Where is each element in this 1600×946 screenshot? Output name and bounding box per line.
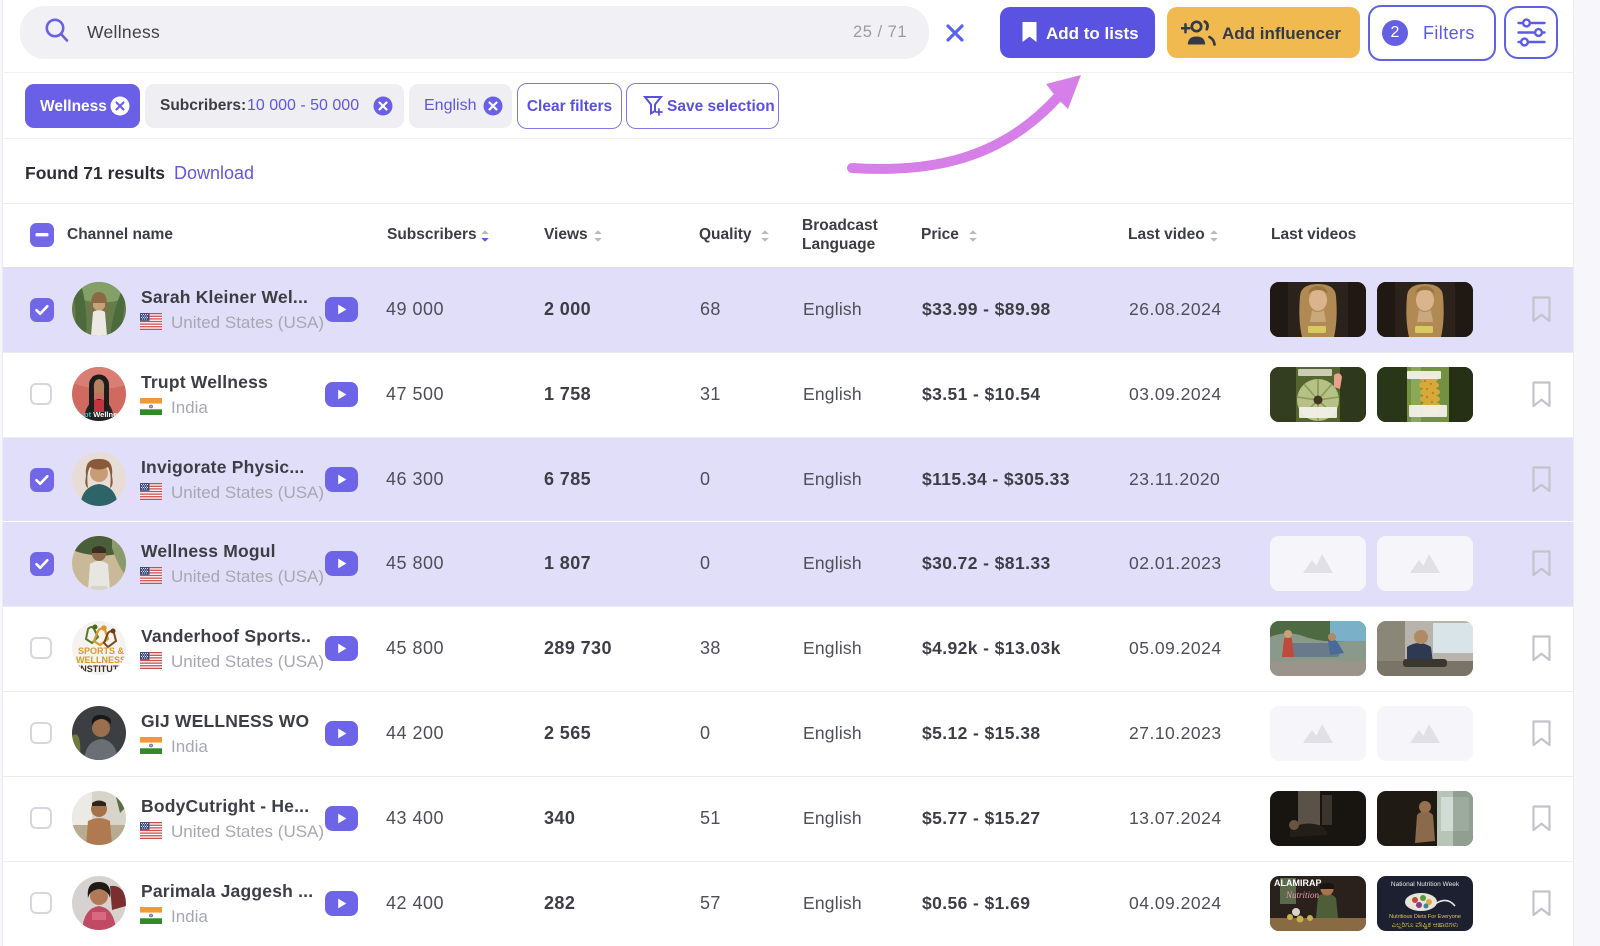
- svg-text:ALAMIRAP: ALAMIRAP: [1274, 878, 1322, 888]
- svg-text:Nutritious Diets For Everyone: Nutritious Diets For Everyone: [1389, 914, 1461, 920]
- svg-text:ಎಲ್ಲರಿಗೂ ಪೌಷ್ಟಿಕ ಆಹಾರಗಳು: ಎಲ್ಲರಿಗೂ ಪೌಷ್ಟಿಕ ಆಹಾರಗಳು: [1392, 922, 1459, 930]
- svg-text:Nutrition: Nutrition: [1285, 890, 1320, 900]
- svg-text:National Nutrition Week: National Nutrition Week: [1391, 881, 1460, 888]
- svg-text:INSTITUTE: INSTITUTE: [78, 664, 125, 674]
- svg-text:Trupt Wellness: Trupt Wellness: [72, 410, 125, 419]
